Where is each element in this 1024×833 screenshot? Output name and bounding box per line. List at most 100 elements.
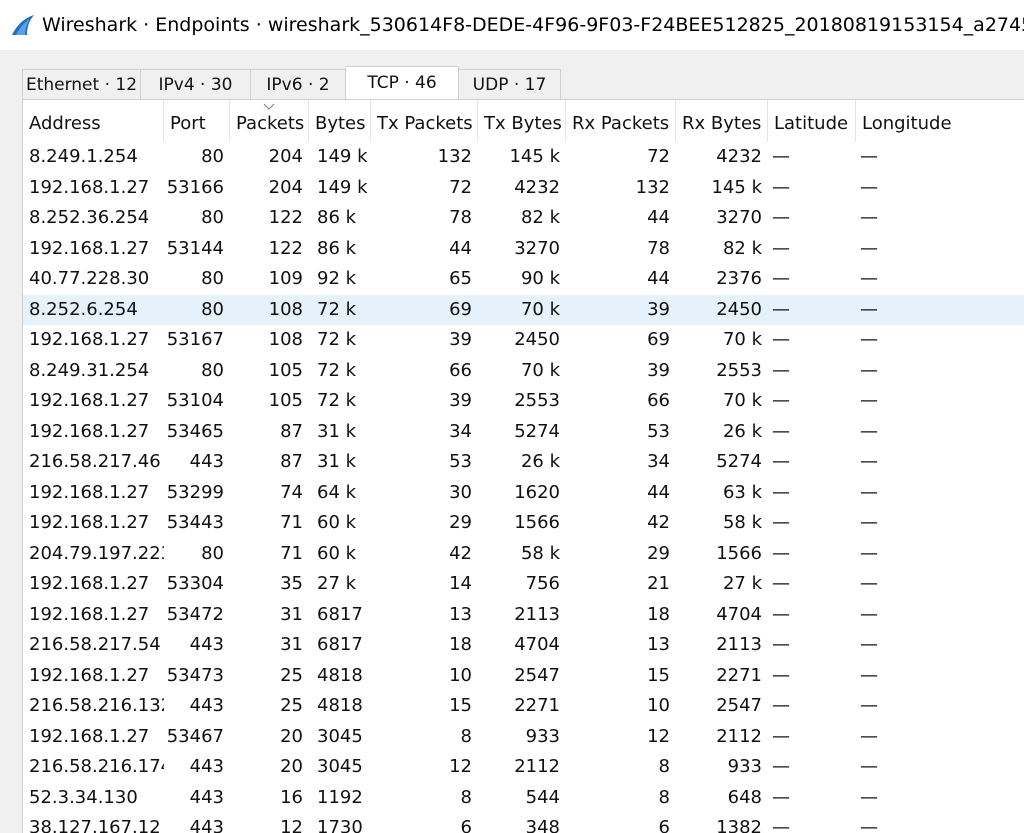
cell-rx-bytes: 70 k <box>722 329 762 350</box>
table-row[interactable]: 192.168.1.27 53473 25 4818 10 2547 15 2271 — — <box>23 661 1024 692</box>
cell-tx-packets: 14 <box>449 573 472 594</box>
table-row[interactable]: 192.168.1.27 53144 122 86 k 44 3270 78 82 k — — <box>23 234 1024 265</box>
cell-bytes: 4818 <box>317 695 363 716</box>
table-row[interactable]: 40.77.228.30 80 109 92 k 65 90 k 44 2376 — — <box>23 264 1024 295</box>
cell-tx-bytes: 2553 <box>514 390 560 411</box>
table-row[interactable]: 192.168.1.27 53167 108 72 k 39 2450 69 70 k — — <box>23 325 1024 356</box>
cell-rx-packets: 42 <box>647 512 670 533</box>
cell-latitude: — <box>772 481 790 503</box>
column-header-tx-packets[interactable]: Tx Packets <box>371 100 478 142</box>
tab-ipv4[interactable]: IPv4 · 30 <box>140 69 251 99</box>
cell-rx-bytes: 2547 <box>716 695 762 716</box>
cell-tx-packets: 30 <box>449 481 472 503</box>
table-row[interactable]: 192.168.1.27 53104 105 72 k 39 2553 66 70 k — — <box>23 386 1024 417</box>
table-row[interactable]: 8.249.1.254 80 204 149 k 132 145 k 72 4232 — — <box>23 142 1024 173</box>
column-header-bytes[interactable]: Bytes <box>309 100 371 142</box>
cell-tx-bytes: 4232 <box>514 176 560 198</box>
endpoints-window: Wireshark · Endpoints · wireshark_530614… <box>0 0 1024 833</box>
column-header-port[interactable]: Port <box>164 100 230 142</box>
cell-port: 80 <box>201 207 224 228</box>
cell-packets: 108 <box>268 329 303 350</box>
column-header-longitude[interactable]: Longitude <box>856 100 1024 142</box>
tab-ethernet[interactable]: Ethernet · 12 <box>22 69 141 99</box>
cell-latitude: — <box>772 664 790 686</box>
cell-latitude: — <box>772 512 790 533</box>
cell-port: 80 <box>201 542 224 564</box>
cell-port: 53166 <box>166 176 224 198</box>
cell-address: 192.168.1.27 <box>29 573 150 594</box>
cell-tx-packets: 13 <box>449 603 472 625</box>
table-row[interactable]: 8.249.31.254 80 105 72 k 66 70 k 39 2553 — — <box>23 356 1024 387</box>
cell-rx-bytes: 1566 <box>716 542 762 564</box>
table-row[interactable]: 192.168.1.27 53166 204 149 k 72 4232 132 145 k —… <box>23 173 1024 204</box>
table-row[interactable]: 192.168.1.27 53443 71 60 k 29 1566 42 58 k — — <box>23 508 1024 539</box>
column-header-latitude[interactable]: Latitude <box>768 100 856 142</box>
cell-latitude: — <box>772 817 790 833</box>
cell-tx-bytes: 4704 <box>514 634 560 655</box>
table-row[interactable]: 216.58.217.46 443 87 31 k 53 26 k 34 5274 — — <box>23 447 1024 478</box>
tab-tcp[interactable]: TCP · 46 <box>345 66 459 99</box>
column-header-label: Rx Packets <box>572 113 670 134</box>
cell-packets: 122 <box>268 207 303 228</box>
cell-latitude: — <box>772 603 790 625</box>
table-row[interactable]: 216.58.217.54 443 31 6817 18 4704 13 2113 — — <box>23 630 1024 661</box>
cell-tx-bytes: 82 k <box>520 207 560 228</box>
cell-packets: 108 <box>268 298 303 320</box>
table-row[interactable]: 192.168.1.27 53299 74 64 k 30 1620 44 63 k — — <box>23 478 1024 509</box>
cell-address: 192.168.1.27 <box>29 176 150 198</box>
cell-address: 192.168.1.27 <box>29 390 150 411</box>
cell-port: 443 <box>189 634 224 655</box>
cell-tx-packets: 10 <box>449 664 472 686</box>
cell-tx-bytes: 756 <box>525 573 560 594</box>
cell-rx-packets: 21 <box>647 573 670 594</box>
cell-tx-bytes: 5274 <box>514 420 560 442</box>
cell-tx-packets: 6 <box>460 817 472 833</box>
cell-address: 192.168.1.27 <box>29 237 150 259</box>
cell-bytes: 149 k <box>317 146 368 167</box>
cell-rx-packets: 34 <box>647 451 670 472</box>
table-row[interactable]: 204.79.197.223 80 71 60 k 42 58 k 29 1566 — — <box>23 539 1024 570</box>
cell-address: 8.249.31.254 <box>29 359 150 381</box>
title-bar[interactable]: Wireshark · Endpoints · wireshark_530614… <box>0 0 1024 50</box>
column-header-rx-packets[interactable]: Rx Packets <box>566 100 676 142</box>
column-header-rx-bytes[interactable]: Rx Bytes <box>676 100 768 142</box>
cell-address: 216.58.216.174 <box>29 756 164 777</box>
tab-udp[interactable]: UDP · 17 <box>458 69 561 99</box>
table-row[interactable]: 52.3.34.130 443 16 1192 8 544 8 648 — — <box>23 783 1024 814</box>
cell-latitude: — <box>772 176 790 198</box>
cell-rx-bytes: 70 k <box>722 390 762 411</box>
table-row[interactable]: 192.168.1.27 53465 87 31 k 34 5274 53 26 k — — <box>23 417 1024 448</box>
table-row[interactable]: 192.168.1.27 53304 35 27 k 14 756 21 27 k — — <box>23 569 1024 600</box>
column-header-packets[interactable]: Packets <box>230 100 309 142</box>
cell-tx-packets: 34 <box>449 420 472 442</box>
table-row[interactable]: 216.58.216.132 443 25 4818 15 2271 10 2547 — — <box>23 691 1024 722</box>
cell-bytes: 31 k <box>317 451 357 472</box>
table-row[interactable]: 8.252.6.254 80 108 72 k 69 70 k 39 2450 — — <box>23 294 1024 325</box>
cell-tx-bytes: 70 k <box>520 298 560 320</box>
table-row[interactable]: 192.168.1.27 53467 20 3045 8 933 12 2112 — — <box>23 722 1024 753</box>
cell-tx-packets: 12 <box>449 756 472 777</box>
table-row[interactable]: 192.168.1.27 53472 31 6817 13 2113 18 4704 — — <box>23 600 1024 631</box>
cell-tx-bytes: 2547 <box>514 664 560 686</box>
cell-port: 53472 <box>166 603 224 625</box>
cell-port: 443 <box>189 817 224 833</box>
cell-longitude: — <box>860 756 878 777</box>
column-header-address[interactable]: Address <box>23 100 164 142</box>
cell-longitude: — <box>860 725 878 747</box>
cell-tx-packets: 8 <box>460 725 472 747</box>
table-row[interactable]: 8.252.36.254 80 122 86 k 78 82 k 44 3270 — — <box>23 203 1024 234</box>
cell-tx-bytes: 348 <box>525 817 560 833</box>
table-row[interactable]: 38.127.167.12 443 12 1730 6 348 6 1382 — — <box>23 813 1024 833</box>
table-row[interactable]: 216.58.216.174 443 20 3045 12 2112 8 933 — — <box>23 752 1024 783</box>
column-header-tx-bytes[interactable]: Tx Bytes <box>478 100 566 142</box>
cell-longitude: — <box>860 573 878 594</box>
cell-latitude: — <box>772 756 790 777</box>
cell-latitude: — <box>772 695 790 716</box>
cell-tx-bytes: 2112 <box>514 756 560 777</box>
tab-ipv6[interactable]: IPv6 · 2 <box>250 69 346 99</box>
cell-tx-packets: 72 <box>449 176 472 198</box>
cell-tx-bytes: 2271 <box>514 695 560 716</box>
cell-port: 53299 <box>166 481 224 503</box>
endpoints-table[interactable]: Address Port Packets Bytes Tx Packets Tx Byte… <box>22 99 1024 833</box>
cell-packets: 71 <box>280 542 303 564</box>
